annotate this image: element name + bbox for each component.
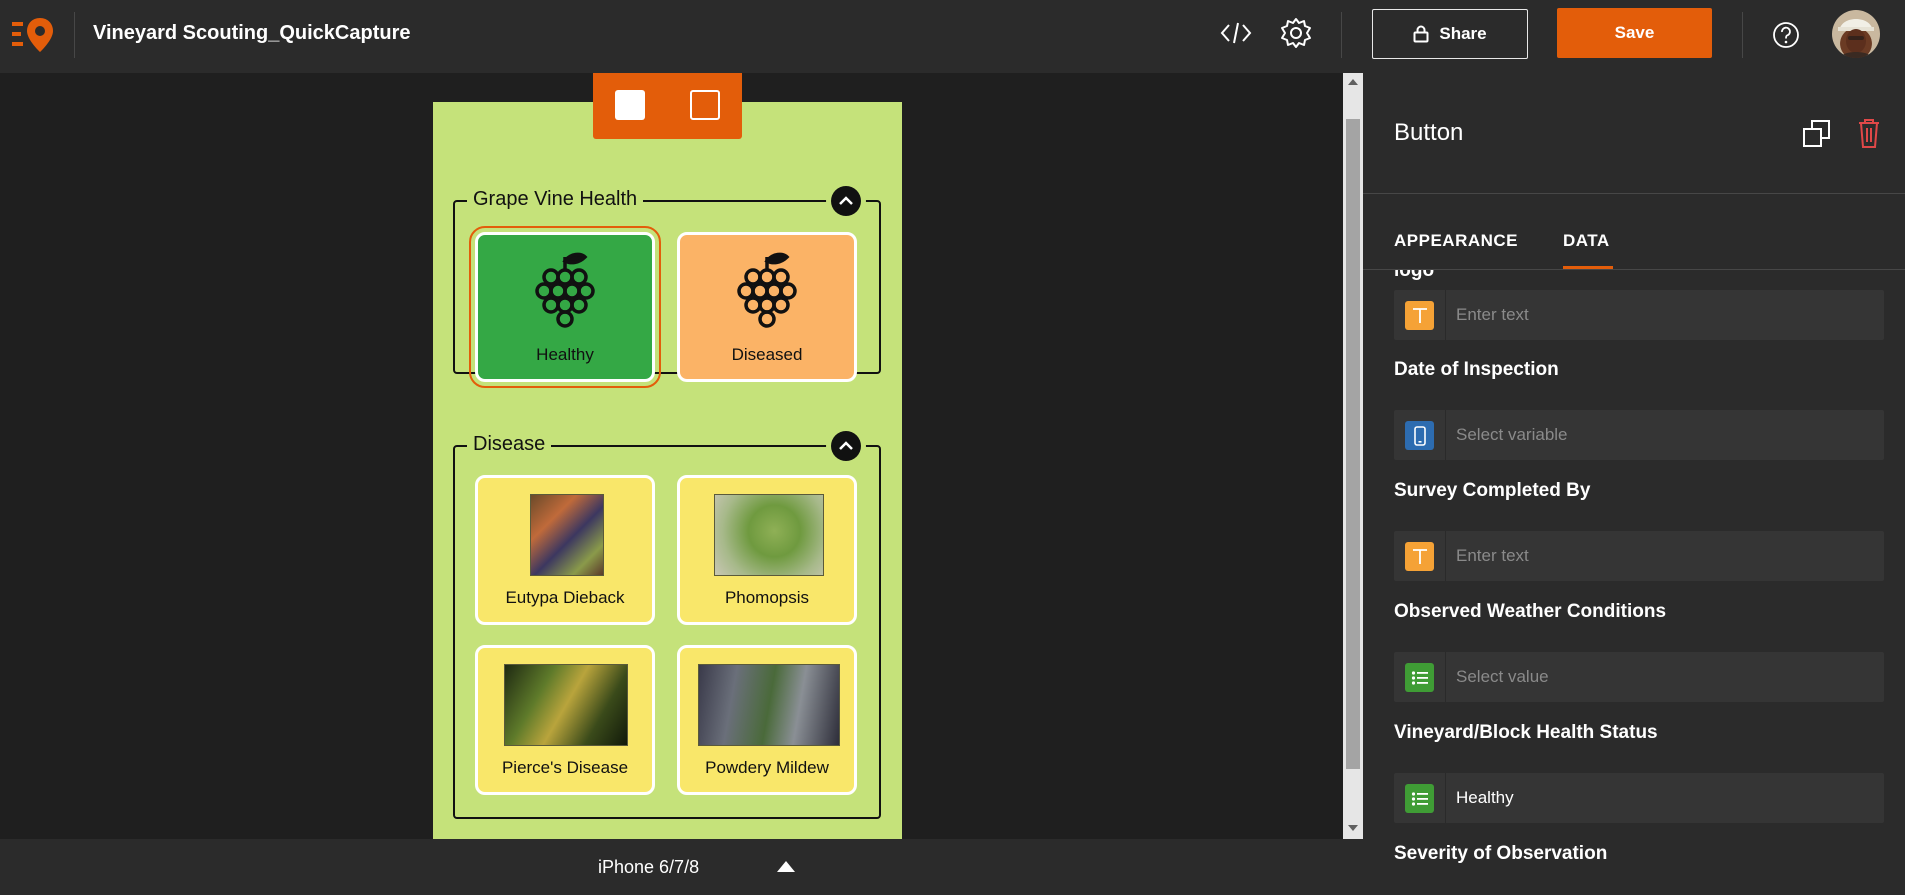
text-icon — [1405, 301, 1434, 330]
group-title: Disease — [467, 433, 552, 456]
health-status-field[interactable]: Healthy — [1394, 773, 1884, 823]
field-placeholder: Enter text — [1456, 305, 1529, 324]
button-label: Phomopsis — [724, 588, 810, 607]
grapes-icon — [737, 252, 797, 328]
button-label: Healthy — [536, 345, 594, 364]
scroll-down-arrow-icon[interactable] — [1348, 825, 1358, 831]
canvas-scrollbar[interactable] — [1343, 73, 1363, 839]
field-placeholder: Select variable — [1456, 425, 1568, 444]
button-label: Pierce's Disease — [501, 758, 629, 777]
field-value: Healthy — [1456, 788, 1514, 807]
field-label: logo — [1394, 270, 1435, 281]
eutypa-dieback-button[interactable]: Eutypa Dieback — [475, 475, 655, 625]
button-label: Powdery Mildew — [705, 758, 829, 777]
code-icon[interactable] — [1218, 18, 1254, 48]
divider — [1742, 12, 1743, 58]
divider — [1363, 193, 1905, 194]
scroll-thumb[interactable] — [1346, 119, 1360, 769]
group-title: Grape Vine Health — [467, 188, 644, 211]
pierces-disease-button[interactable]: Pierce's Disease — [475, 645, 655, 795]
save-button[interactable]: Save — [1557, 8, 1712, 58]
survey-completed-by-field[interactable]: Enter text — [1394, 531, 1884, 581]
chevron-up-icon[interactable] — [831, 186, 861, 216]
trash-icon[interactable] — [1857, 117, 1881, 149]
tab-appearance[interactable]: APPEARANCE — [1394, 231, 1518, 251]
top-bar: Vineyard Scouting_QuickCapture Share Sav… — [0, 0, 1905, 73]
field-label: Vineyard/Block Health Status — [1394, 722, 1658, 743]
scroll-up-arrow-icon[interactable] — [1348, 79, 1358, 85]
device-bar: iPhone 6/7/8 — [0, 839, 1363, 895]
caret-up-icon[interactable] — [777, 861, 795, 872]
quickcapture-logo-icon[interactable] — [12, 16, 56, 54]
share-button[interactable]: Share — [1372, 9, 1528, 59]
tab-data[interactable]: DATA — [1563, 231, 1610, 251]
share-label: Share — [1439, 24, 1487, 43]
device-selector-label[interactable]: iPhone 6/7/8 — [598, 857, 699, 878]
phomopsis-photo — [714, 494, 824, 576]
field-placeholder: Select value — [1456, 667, 1549, 686]
list-icon — [1405, 784, 1434, 813]
outline-layout-icon[interactable] — [690, 90, 720, 120]
panel-title: Button — [1394, 119, 1464, 146]
phone-variable-icon — [1405, 421, 1434, 450]
data-fields-list: logo Enter text Date of Inspection Selec… — [1363, 270, 1905, 895]
eutypa-dieback-photo — [530, 494, 604, 576]
date-of-inspection-field[interactable]: Select variable — [1394, 410, 1884, 460]
text-icon — [1405, 542, 1434, 571]
layout-toolbar — [593, 73, 742, 139]
logo-field[interactable]: Enter text — [1394, 290, 1884, 340]
divider — [74, 12, 75, 58]
phomopsis-button[interactable]: Phomopsis — [677, 475, 857, 625]
observed-weather-field[interactable]: Select value — [1394, 652, 1884, 702]
powdery-mildew-button[interactable]: Powdery Mildew — [677, 645, 857, 795]
field-label: Severity of Observation — [1394, 843, 1608, 864]
button-label: Eutypa Dieback — [505, 588, 625, 607]
group-disease: Disease Eutypa Dieback Phomopsis Pierce'… — [453, 431, 881, 819]
help-icon[interactable] — [1771, 20, 1801, 50]
field-label: Date of Inspection — [1394, 359, 1559, 380]
design-canvas: Grape Vine Health Healthy Diseased Disea… — [0, 73, 1343, 839]
settings-gear-icon[interactable] — [1277, 14, 1315, 52]
field-label: Survey Completed By — [1394, 480, 1591, 501]
group-grape-vine-health: Grape Vine Health Healthy Diseased — [453, 186, 881, 388]
divider — [1341, 12, 1342, 58]
duplicate-icon[interactable] — [1802, 119, 1832, 149]
phone-preview: Grape Vine Health Healthy Diseased Disea… — [433, 102, 902, 839]
fill-layout-icon[interactable] — [615, 90, 645, 120]
field-placeholder: Enter text — [1456, 546, 1529, 565]
powdery-mildew-photo — [698, 664, 840, 746]
properties-panel: Button APPEARANCE DATA logo Enter text D… — [1363, 73, 1905, 895]
list-icon — [1405, 663, 1434, 692]
grapes-icon — [535, 252, 595, 328]
chevron-up-icon[interactable] — [831, 431, 861, 461]
app-title: Vineyard Scouting_QuickCapture — [93, 22, 411, 44]
lock-icon — [1413, 25, 1429, 43]
pierces-disease-photo — [504, 664, 628, 746]
healthy-button[interactable]: Healthy — [469, 226, 661, 388]
diseased-button[interactable]: Diseased — [677, 232, 857, 382]
field-label: Observed Weather Conditions — [1394, 601, 1667, 622]
user-avatar[interactable] — [1832, 10, 1880, 58]
button-label: Diseased — [731, 345, 803, 364]
